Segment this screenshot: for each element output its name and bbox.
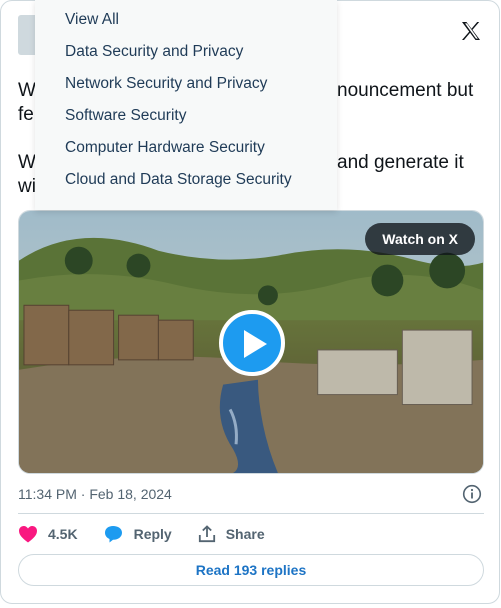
post-text-line4-start: wi xyxy=(18,176,36,197)
share-button[interactable]: Share xyxy=(198,525,265,543)
video-media[interactable]: Watch on X xyxy=(18,210,484,474)
play-button[interactable] xyxy=(219,310,285,376)
divider xyxy=(18,513,484,514)
post-text-line1-start: W xyxy=(18,80,36,101)
reply-bubble-icon xyxy=(104,526,122,543)
reply-label: Reply xyxy=(133,526,172,542)
watch-on-x-button[interactable]: Watch on X xyxy=(365,223,475,255)
post-text-line3-end: and generate it xyxy=(337,152,464,173)
menu-item-software-security[interactable]: Software Security xyxy=(35,100,337,132)
play-icon xyxy=(244,330,267,358)
like-button[interactable]: 4.5K xyxy=(18,525,78,543)
post-text-line1-end: nouncement but xyxy=(337,80,474,101)
action-bar: 4.5K Reply Share xyxy=(18,524,291,544)
heart-icon xyxy=(19,526,37,543)
menu-item-hardware-security[interactable]: Computer Hardware Security xyxy=(35,132,337,164)
share-icon xyxy=(198,525,215,543)
like-count: 4.5K xyxy=(48,526,78,542)
share-label: Share xyxy=(225,526,265,542)
menu-item-data-security[interactable]: Data Security and Privacy xyxy=(35,36,337,68)
post-text-line3-start: W xyxy=(18,152,36,173)
menu-item-view-all[interactable]: View All xyxy=(35,4,337,36)
post-timestamp[interactable]: 11:34 PM · Feb 18, 2024 xyxy=(18,486,172,502)
info-icon[interactable] xyxy=(462,484,482,504)
read-replies-button[interactable]: Read 193 replies xyxy=(18,554,484,586)
x-logo-icon[interactable] xyxy=(459,19,483,43)
menu-item-cloud-security[interactable]: Cloud and Data Storage Security xyxy=(35,164,337,196)
category-dropdown-menu: View All Data Security and Privacy Netwo… xyxy=(35,0,337,210)
reply-button[interactable]: Reply xyxy=(104,525,172,543)
post-text-line2-start: fe xyxy=(18,104,34,125)
menu-item-network-security[interactable]: Network Security and Privacy xyxy=(35,68,337,100)
